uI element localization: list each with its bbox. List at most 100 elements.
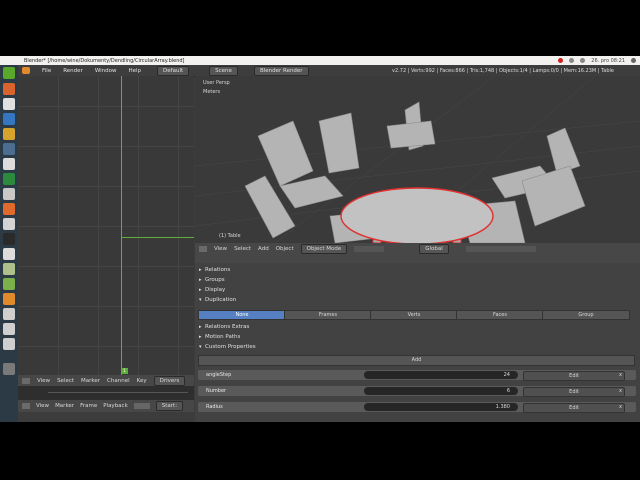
graph-menu-select[interactable]: Select — [57, 378, 74, 384]
launcher-orange-icon[interactable] — [3, 293, 15, 305]
remove-property-button[interactable]: x — [619, 372, 622, 378]
viewport-menu-view[interactable]: View — [214, 246, 227, 252]
edit-property-button[interactable]: Edit — [523, 371, 625, 381]
remove-property-button[interactable]: x — [619, 404, 622, 410]
launcher-home-icon[interactable] — [3, 67, 15, 79]
property-name: Radius — [206, 404, 223, 410]
start-frame-field[interactable]: Start: — [155, 401, 184, 411]
timeline-menu-marker[interactable]: Marker — [55, 403, 74, 409]
clock[interactable]: 26. pro 08:21 — [591, 58, 625, 64]
layer-buttons[interactable] — [465, 245, 536, 252]
graph-editor[interactable]: 1 — [18, 76, 194, 375]
current-frame-line[interactable] — [121, 76, 122, 375]
transform-orientation-selector[interactable]: Global — [419, 243, 449, 254]
panel-custom-properties[interactable]: ▾ Custom Properties — [195, 343, 640, 353]
duplication-none[interactable]: None — [198, 310, 286, 320]
launcher-disk-icon[interactable] — [3, 308, 15, 320]
add-property-button[interactable]: Add — [198, 355, 635, 366]
custom-property-row: Number 6 Edit x — [198, 386, 636, 397]
edit-property-button[interactable]: Edit — [523, 387, 625, 397]
render-engine-selector[interactable]: Blender Render — [253, 65, 309, 76]
edit-property-button[interactable]: Edit — [523, 403, 625, 413]
properties-toolbar[interactable] — [195, 254, 640, 263]
power-icon[interactable] — [631, 58, 636, 63]
remove-property-button[interactable]: x — [619, 388, 622, 394]
property-name: Number — [206, 388, 227, 394]
launcher-browser-icon[interactable] — [3, 98, 15, 110]
duplication-faces[interactable]: Faces — [456, 310, 544, 320]
volume-icon[interactable] — [580, 58, 586, 63]
menu-help[interactable]: Help — [129, 68, 142, 74]
graph-menu-key[interactable]: Key — [137, 378, 147, 384]
graph-menu-channel[interactable]: Channel — [107, 378, 130, 384]
property-value-field[interactable]: 6 — [364, 387, 518, 395]
viewport-menu-select[interactable]: Select — [234, 246, 251, 252]
3d-viewport[interactable]: User Persp Meters (1) Table — [195, 76, 640, 243]
editor-type-icon[interactable] — [22, 377, 30, 384]
menu-file[interactable]: File — [42, 68, 51, 74]
custom-property-row: Radius 1.380 Edit x — [198, 402, 636, 413]
panel-expanded-icon: ▾ — [199, 297, 202, 303]
launcher-blender-icon[interactable] — [3, 128, 15, 140]
graph-menu-view[interactable]: View — [37, 378, 50, 384]
launcher-drive-icon[interactable] — [3, 323, 15, 335]
custom-property-row: angleStep 24 Edit x — [198, 370, 636, 381]
property-name: angleStep — [206, 372, 232, 378]
view-perspective-label: User Persp — [203, 80, 230, 86]
duplication-group[interactable]: Group — [542, 310, 630, 320]
keying-icon[interactable] — [133, 403, 150, 409]
launcher-text-icon[interactable] — [3, 158, 15, 170]
timeline-menu-frame[interactable]: Frame — [80, 403, 97, 409]
property-value-field[interactable]: 1.380 — [364, 403, 518, 411]
launcher-settings-icon[interactable] — [3, 188, 15, 200]
timeline-editor-type-icon[interactable] — [22, 403, 30, 409]
layout-selector[interactable]: Default — [157, 65, 190, 76]
launcher-dark-icon[interactable] — [3, 233, 15, 245]
panel-relations-extras[interactable]: ▸ Relations Extras — [195, 323, 640, 333]
timeline-menu-playback[interactable]: Playback — [103, 403, 128, 409]
launcher-files-icon[interactable] — [3, 83, 15, 95]
panel-motion-paths[interactable]: ▸ Motion Paths — [195, 333, 640, 343]
panel-expanded-icon: ▾ — [199, 344, 202, 350]
viewport-editor-type-icon[interactable] — [199, 245, 207, 252]
interaction-mode-selector[interactable]: Object Mode — [300, 243, 348, 254]
graph-menu-marker[interactable]: Marker — [81, 378, 100, 384]
system-tray[interactable]: 26. pro 08:21 — [558, 56, 636, 65]
timeline-menu-view[interactable]: View — [36, 403, 49, 409]
shading-buttons[interactable] — [354, 245, 385, 252]
launcher-office-icon[interactable] — [3, 113, 15, 125]
menu-window[interactable]: Window — [95, 68, 117, 74]
launcher-doc-icon[interactable] — [3, 248, 15, 260]
viewport-menu-object[interactable]: Object — [276, 246, 294, 252]
record-icon[interactable] — [558, 58, 564, 63]
scene-stats: v2.72 | Verts:992 | Faces:866 | Tris:1,7… — [392, 67, 614, 74]
viewport-menu-add[interactable]: Add — [258, 246, 269, 252]
launcher-archive-icon[interactable] — [3, 263, 15, 275]
panel-display[interactable]: ▸ Display — [195, 286, 640, 296]
network-icon[interactable] — [569, 58, 575, 63]
duplication-verts[interactable]: Verts — [370, 310, 458, 320]
scene-render[interactable] — [195, 76, 640, 243]
duplication-frames[interactable]: Frames — [284, 310, 372, 320]
drivers-mode-selector[interactable]: Drivers — [153, 375, 186, 386]
launcher-terminal-icon[interactable] — [3, 143, 15, 155]
launcher-green-icon[interactable] — [3, 278, 15, 290]
launcher-media-icon[interactable] — [3, 173, 15, 185]
panel-groups[interactable]: ▸ Groups — [195, 276, 640, 286]
launcher-usb-icon[interactable] — [3, 338, 15, 350]
launcher-tools-icon[interactable] — [3, 218, 15, 230]
driver-curve[interactable] — [121, 237, 194, 238]
panel-relations[interactable]: ▸ Relations — [195, 266, 640, 276]
timeline[interactable] — [18, 386, 194, 400]
panel-duplication[interactable]: ▾ Duplication — [195, 296, 640, 306]
blender-logo-icon[interactable] — [22, 67, 30, 74]
menu-render[interactable]: Render — [63, 68, 83, 74]
scene-selector[interactable]: Scene — [209, 65, 238, 76]
property-value-field[interactable]: 24 — [364, 371, 518, 379]
launcher-trash-icon[interactable] — [3, 363, 15, 375]
frame-indicator[interactable]: 1 — [121, 368, 128, 374]
graph-editor-header: View Select Marker Channel Key Drivers — [18, 375, 194, 386]
table-object — [340, 187, 494, 243]
panel-collapsed-icon: ▸ — [199, 267, 202, 273]
launcher-app-icon[interactable] — [3, 203, 15, 215]
